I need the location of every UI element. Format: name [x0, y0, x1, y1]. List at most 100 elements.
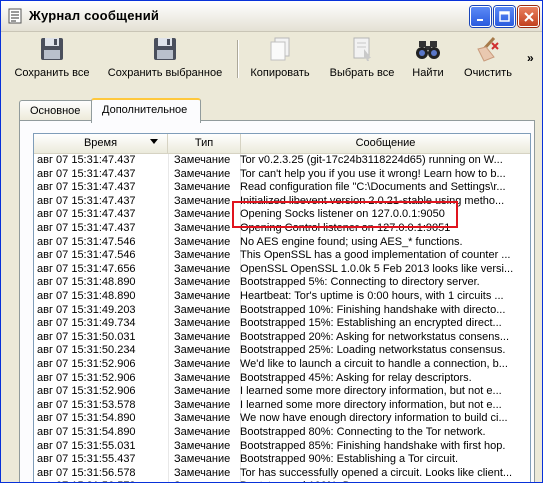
- copy-label: Копировать: [250, 67, 310, 79]
- cell-message: Bootstrapped 10%: Finishing handshake wi…: [240, 303, 506, 316]
- cell-message: Bootstrapped 80%: Connecting to the Tor …: [240, 426, 486, 438]
- table-row[interactable]: авг 07 15:31:52.906 Замечание We'd like to…: [34, 358, 530, 372]
- table-row[interactable]: авг 07 15:31:50.031 Замечание Bootstrapped…: [34, 331, 530, 345]
- cell-message: No AES engine found; using AES_* functio…: [240, 235, 463, 248]
- cell-time: авг 07 15:31:48.890: [37, 276, 136, 289]
- minimize-icon: [476, 19, 483, 21]
- cell-type: Замечание: [174, 222, 231, 234]
- cell-type: Замечание: [174, 371, 231, 384]
- cell-message: We'd like to launch a circuit to handle …: [240, 358, 508, 370]
- table-row[interactable]: авг 07 15:31:47.437 Замечание Read configu…: [34, 181, 530, 195]
- cell-type: Замечание: [174, 249, 231, 262]
- cell-message: Bootstrapped 20%: Asking for networkstat…: [240, 330, 510, 343]
- save-selected-label: Сохранить выбранное: [107, 67, 223, 79]
- cell-type: Замечание: [174, 426, 231, 438]
- cell-type: Замечание: [174, 385, 231, 398]
- message-list[interactable]: Время Тип Сообщение авг 07 15:31:47.437 З…: [33, 133, 531, 482]
- cell-type: Замечание: [174, 344, 231, 357]
- cell-message: Bootstrapped 15%: Establishing an encryp…: [240, 317, 502, 330]
- column-header-type[interactable]: Тип: [168, 134, 241, 153]
- column-header-time[interactable]: Время: [34, 134, 168, 153]
- cell-message: Tor has successfully opened a circuit. L…: [240, 466, 513, 479]
- cell-time: авг 07 15:31:47.437: [37, 167, 136, 180]
- cell-type: Замечание: [174, 412, 231, 425]
- cell-time: авг 07 15:31:47.546: [37, 249, 136, 262]
- save-all-icon: [41, 38, 63, 60]
- maximize-button[interactable]: [494, 6, 515, 27]
- table-row[interactable]: авг 07 15:31:47.437 Замечание Tor can't he…: [34, 168, 530, 182]
- minimize-button[interactable]: [470, 6, 491, 27]
- cell-type: Замечание: [174, 154, 231, 166]
- save-all-button[interactable]: Сохранить все: [11, 35, 93, 83]
- cell-message: This OpenSSL has a good implementation o…: [240, 249, 511, 262]
- title-bar[interactable]: Журнал сообщений: [1, 1, 542, 32]
- message-log-window: Журнал сообщений Сохранить все Сохранить…: [0, 0, 543, 483]
- highlight-box: [232, 201, 458, 228]
- cell-time: авг 07 15:31:55.437: [37, 453, 136, 466]
- cell-time: авг 07 15:31:47.546: [37, 235, 136, 248]
- tab-basic[interactable]: Основное: [19, 100, 93, 121]
- table-row[interactable]: авг 07 15:31:48.890 Замечание Heartbeat: T…: [34, 290, 530, 304]
- cell-time: авг 07 15:31:55.031: [37, 439, 136, 452]
- cell-message: Bootstrapped 5%: Connecting to directory…: [240, 276, 480, 289]
- find-label: Найти: [412, 67, 444, 79]
- cell-time: авг 07 15:31:47.437: [37, 222, 136, 234]
- toolbar-overflow-chevron[interactable]: »: [527, 51, 534, 65]
- table-row[interactable]: авг 07 15:31:56.578 Замечание Tor has succ…: [34, 467, 530, 481]
- cell-message: Heartbeat: Tor's uptime is 0:00 hours, w…: [240, 290, 504, 302]
- sort-desc-icon: [150, 139, 158, 144]
- table-row[interactable]: авг 07 15:31:47.437 Замечание Tor v0.2.3.2…: [34, 154, 530, 168]
- eraser-icon: [477, 36, 499, 62]
- cell-type: Замечание: [174, 290, 231, 302]
- cell-type: Замечание: [174, 235, 231, 248]
- cell-message: Bootstrapped 90%: Establishing a Tor cir…: [240, 453, 459, 466]
- window-title: Журнал сообщений: [29, 8, 160, 23]
- cell-time: авг 07 15:31:47.656: [37, 262, 136, 275]
- cell-message: Read configuration file "C:\Documents an…: [240, 181, 506, 194]
- column-header-message[interactable]: Сообщение: [241, 134, 530, 153]
- cell-time: авг 07 15:31:53.578: [37, 398, 136, 411]
- cell-message: Bootstrapped 25%: Loading networkstatus …: [240, 344, 506, 357]
- cell-message: Bootstrapped 45%: Asking for relay descr…: [240, 371, 472, 384]
- copy-button[interactable]: Копировать: [245, 35, 315, 83]
- table-row[interactable]: авг 07 15:31:54.890 Замечание We now have …: [34, 412, 530, 426]
- toolbar-separator: [237, 40, 239, 78]
- cell-type: Замечание: [174, 276, 231, 289]
- find-button[interactable]: Найти: [407, 35, 449, 83]
- table-row[interactable]: авг 07 15:31:52.906 Замечание I learned so…: [34, 385, 530, 399]
- cell-time: авг 07 15:31:47.437: [37, 208, 136, 221]
- cell-time: авг 07 15:31:49.734: [37, 317, 136, 330]
- table-row[interactable]: авг 07 15:31:49.734 Замечание Bootstrapped…: [34, 317, 530, 331]
- cell-time: авг 07 15:31:48.890: [37, 290, 136, 302]
- save-selected-icon: [154, 38, 176, 60]
- cell-time: авг 07 15:31:50.031: [37, 330, 136, 343]
- table-row[interactable]: авг 07 15:31:54.890 Замечание Bootstrapped…: [34, 426, 530, 440]
- cell-message: I learned some more directory informatio…: [240, 385, 502, 398]
- save-selected-button[interactable]: Сохранить выбранное: [105, 35, 225, 83]
- column-header-time-label: Время: [83, 137, 118, 149]
- table-row[interactable]: авг 07 15:31:47.656 Замечание OpenSSL Open…: [34, 263, 530, 277]
- tab-advanced[interactable]: Дополнительное: [91, 98, 201, 123]
- cell-time: авг 07 15:31:52.906: [37, 371, 136, 384]
- cell-message: OpenSSL OpenSSL 1.0.0k 5 Feb 2013 looks …: [240, 262, 514, 275]
- cell-message: I learned some more directory informatio…: [240, 398, 502, 411]
- cell-type: Замечание: [174, 439, 231, 452]
- cell-message: We now have enough directory information…: [240, 412, 508, 425]
- table-row[interactable]: авг 07 15:31:47.546 Замечание No AES engin…: [34, 236, 530, 250]
- table-row[interactable]: авг 07 15:31:55.031 Замечание Bootstrapped…: [34, 440, 530, 454]
- table-row[interactable]: авг 07 15:31:48.890 Замечание Bootstrapped…: [34, 276, 530, 290]
- clear-button[interactable]: Очистить: [459, 35, 517, 83]
- table-row[interactable]: авг 07 15:31:47.546 Замечание This OpenSSL…: [34, 249, 530, 263]
- cell-time: авг 07 15:31:54.890: [37, 426, 136, 438]
- select-all-button[interactable]: Выбрать все: [325, 35, 399, 83]
- table-row[interactable]: авг 07 15:31:49.203 Замечание Bootstrapped…: [34, 304, 530, 318]
- cell-message: Bootstrapped 85%: Finishing handshake wi…: [240, 439, 506, 452]
- table-row[interactable]: авг 07 15:31:53.578 Замечание I learned so…: [34, 399, 530, 413]
- cell-type: Замечание: [174, 358, 231, 370]
- table-row[interactable]: авг 07 15:31:50.234 Замечание Bootstrapped…: [34, 344, 530, 358]
- cell-time: авг 07 15:31:52.906: [37, 385, 136, 398]
- close-button[interactable]: [518, 6, 539, 27]
- log-app-icon: [8, 8, 22, 24]
- table-row[interactable]: авг 07 15:31:52.906 Замечание Bootstrapped…: [34, 372, 530, 386]
- table-row[interactable]: авг 07 15:31:55.437 Замечание Bootstrapped…: [34, 453, 530, 467]
